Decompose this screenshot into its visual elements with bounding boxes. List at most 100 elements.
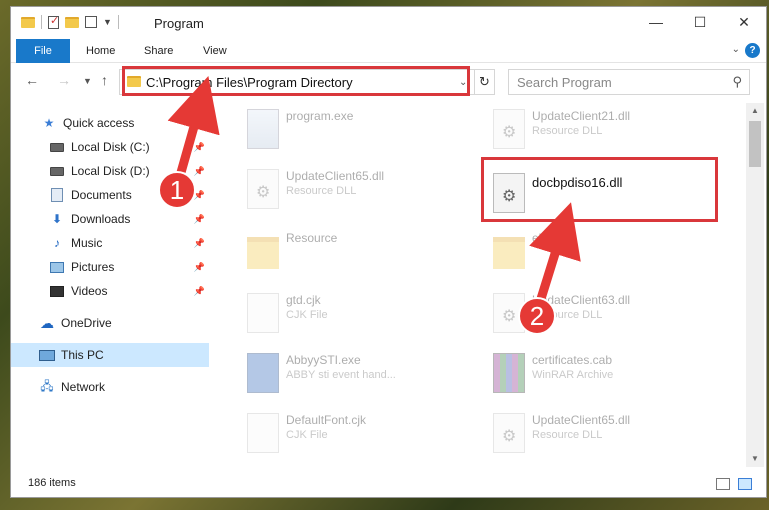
archive-file-icon: [493, 353, 525, 393]
star-icon: ★: [43, 116, 55, 130]
view-icon[interactable]: [85, 16, 97, 28]
pin-icon[interactable]: 📌: [194, 238, 205, 249]
sidebar-item-label: OneDrive: [61, 316, 112, 330]
file-item[interactable]: el: [485, 225, 725, 281]
cjk-file-icon: [247, 293, 279, 333]
properties-icon[interactable]: [48, 14, 59, 29]
file-item[interactable]: gtd.cjk CJK File: [239, 287, 479, 343]
large-icons-view-icon[interactable]: [738, 478, 752, 490]
search-input[interactable]: [509, 70, 724, 94]
file-name: docbpdiso16.dll: [532, 175, 623, 190]
sidebar-item-label: Local Disk (D:): [71, 164, 150, 178]
file-type: Resource DLL: [532, 125, 603, 137]
help-icon[interactable]: ?: [745, 43, 760, 58]
item-count: 186 items: [28, 477, 76, 489]
sidebar-item-label: Quick access: [63, 116, 135, 130]
exe-file-icon: [247, 353, 279, 393]
close-button[interactable]: ✕: [722, 7, 766, 37]
scrollbar-thumb[interactable]: [749, 121, 761, 167]
file-name: gtd.cjk: [286, 293, 321, 307]
step-badge-2: 2: [518, 297, 556, 335]
sidebar-item-onedrive[interactable]: ☁ OneDrive: [11, 311, 209, 335]
chevron-down-icon[interactable]: ⌄: [732, 44, 740, 55]
file-item[interactable]: program.exe: [239, 103, 479, 159]
address-highlight-box: [122, 66, 470, 96]
file-name: AbbyySTI.exe: [286, 353, 361, 367]
network-icon: 🖧: [40, 378, 54, 393]
file-item[interactable]: DefaultFont.cjk CJK File: [239, 407, 479, 463]
sidebar-item-network[interactable]: 🖧 Network: [11, 375, 209, 399]
file-type: Resource DLL: [286, 185, 357, 197]
drive-icon: [49, 164, 65, 178]
file-item-docbpdiso16[interactable]: docbpdiso16.dll: [485, 167, 725, 223]
search-box[interactable]: ⚲: [508, 69, 750, 95]
forward-arrow-icon[interactable]: →: [57, 72, 71, 88]
documents-icon: [49, 188, 65, 202]
sidebar-item-label: Network: [61, 380, 106, 394]
sidebar-item-local-disk-c[interactable]: Local Disk (C:) 📌: [11, 135, 209, 159]
file-name: certificates.cab: [532, 353, 613, 367]
file-name: UpdateClient65.dll: [532, 413, 631, 427]
maximize-button[interactable]: ☐: [678, 7, 722, 37]
pin-icon[interactable]: 📌: [194, 262, 205, 273]
scroll-up-icon[interactable]: ▲: [746, 103, 764, 119]
sidebar-item-downloads[interactable]: ⬇ Downloads 📌: [11, 207, 209, 231]
cjk-file-icon: [247, 413, 279, 453]
dll-file-icon: [493, 413, 525, 453]
sidebar-item-label: Pictures: [71, 260, 115, 274]
back-arrow-icon[interactable]: ←: [25, 72, 39, 88]
pin-icon[interactable]: 📌: [194, 166, 205, 177]
file-name: UpdateClient65.dll: [286, 169, 385, 183]
status-bar: 186 items: [11, 473, 766, 497]
recent-locations-icon[interactable]: ▼: [83, 76, 92, 86]
download-icon: ⬇: [51, 212, 63, 226]
tab-view[interactable]: View: [203, 39, 227, 63]
sidebar-item-label: Music: [71, 236, 103, 250]
customize-toolbar-icon[interactable]: ▼: [103, 17, 112, 27]
sidebar-item-pictures[interactable]: Pictures 📌: [11, 255, 209, 279]
sidebar-item-label: Videos: [71, 284, 108, 298]
divider: [41, 15, 42, 29]
sidebar-item-this-pc[interactable]: This PC: [11, 343, 209, 367]
pin-icon[interactable]: 📌: [194, 142, 205, 153]
music-icon: ♪: [54, 236, 60, 250]
sidebar-item-label: Local Disk (C:): [71, 140, 150, 154]
refresh-icon[interactable]: ↻: [474, 70, 494, 94]
file-item[interactable]: UpdateClient65.dll Resource DLL: [239, 163, 479, 219]
window-title: Program: [154, 16, 204, 31]
file-name: program.exe: [286, 109, 354, 123]
vertical-scrollbar[interactable]: ▲ ▼: [746, 103, 764, 467]
tab-share[interactable]: Share: [144, 39, 173, 63]
file-item[interactable]: Resource: [239, 225, 479, 281]
details-view-icon[interactable]: [716, 478, 730, 490]
file-name: el: [532, 231, 542, 245]
file-item[interactable]: AbbyySTI.exe ABBY sti event hand...: [239, 347, 479, 403]
exe-file-icon: [247, 109, 279, 149]
file-item[interactable]: UpdateClient65.dll Resource DLL: [485, 407, 725, 463]
sidebar-item-label: Downloads: [71, 212, 131, 226]
tab-home[interactable]: Home: [86, 39, 115, 63]
folder-icon: [247, 237, 279, 269]
sidebar-item-videos[interactable]: Videos 📌: [11, 279, 209, 303]
navigation-bar: ← → ▼ ↑ C:\Program Files\Program Directo…: [11, 64, 766, 98]
file-type: CJK File: [286, 429, 328, 441]
sidebar-item-label: This PC: [61, 348, 104, 362]
file-item[interactable]: UpdateClient21.dll Resource DLL: [485, 103, 725, 159]
scroll-down-icon[interactable]: ▼: [746, 451, 764, 467]
minimize-button[interactable]: —: [634, 7, 678, 37]
sidebar-item-music[interactable]: ♪ Music 📌: [11, 231, 209, 255]
folder-icon: [493, 237, 525, 269]
dll-file-icon: [493, 109, 525, 149]
pin-icon[interactable]: 📌: [194, 286, 205, 297]
sidebar-item-quick-access[interactable]: ★ Quick access: [11, 111, 209, 135]
videos-icon: [49, 284, 65, 298]
up-arrow-icon[interactable]: ↑: [101, 72, 108, 88]
file-list: program.exe UpdateClient21.dll Resource …: [229, 103, 745, 467]
new-folder-icon[interactable]: [65, 16, 79, 28]
file-item[interactable]: certificates.cab WinRAR Archive: [485, 347, 725, 403]
step-badge-1: 1: [158, 171, 196, 209]
tab-file[interactable]: File: [16, 39, 70, 63]
search-icon[interactable]: ⚲: [732, 74, 742, 90]
pin-icon[interactable]: 📌: [194, 214, 205, 225]
divider: [117, 15, 119, 29]
